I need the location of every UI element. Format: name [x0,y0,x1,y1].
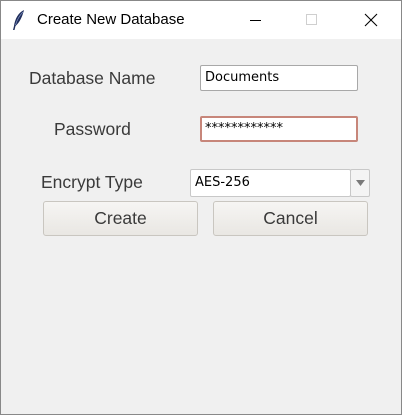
database-name-input[interactable]: Documents [200,65,358,91]
database-name-label: Database Name [29,68,156,88]
window-title: Create New Database [37,11,185,28]
create-button[interactable]: Create [43,201,198,236]
cancel-button[interactable]: Cancel [213,201,368,236]
encrypt-type-dropdown-button[interactable] [350,169,370,197]
close-button[interactable] [348,1,394,39]
chevron-down-icon [355,180,365,186]
minimize-button[interactable] [233,1,279,39]
maximize-icon [306,14,317,25]
password-input[interactable]: ************ [200,116,358,142]
encrypt-type-select[interactable]: AES-256 [190,169,351,197]
feather-icon [11,9,27,31]
title-bar: Create New Database [1,1,401,39]
create-database-window: Create New Database Database Name Docume… [0,0,402,415]
maximize-button[interactable] [289,1,335,39]
close-icon [364,13,378,27]
password-label: Password [54,119,131,139]
encrypt-type-label: Encrypt Type [41,172,143,192]
minimize-icon [250,20,261,21]
